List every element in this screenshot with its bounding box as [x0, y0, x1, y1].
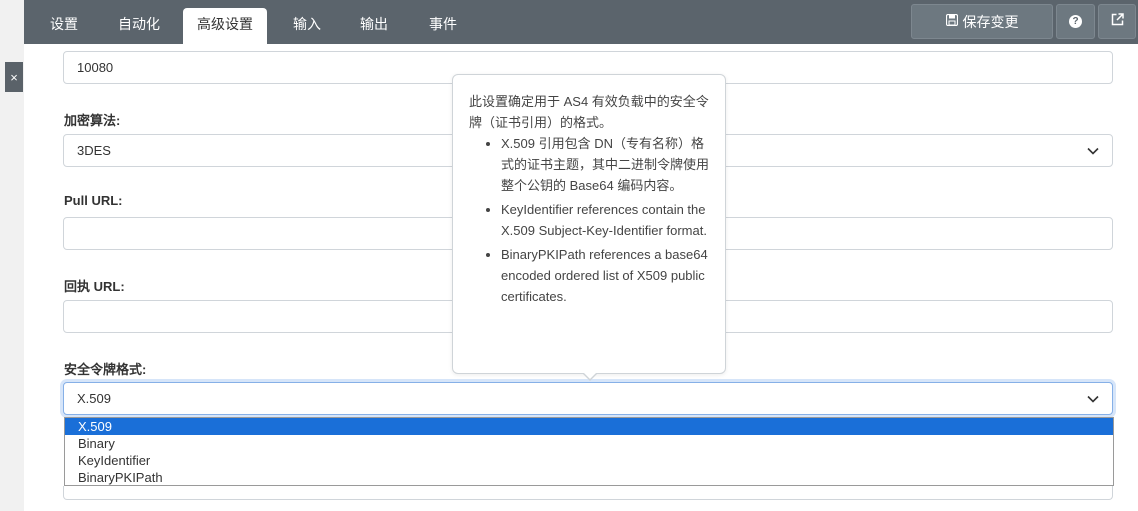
tab-label: 输入 [293, 16, 321, 32]
dropdown-option[interactable]: BinaryPKIPath [65, 469, 1113, 486]
tooltip-arrow-fill [583, 372, 597, 379]
help-button[interactable]: ? [1056, 4, 1095, 39]
receipt-url-label: 回执 URL: [64, 279, 125, 294]
external-link-icon [1111, 12, 1124, 31]
tab-advanced-settings[interactable]: 高级设置 [183, 8, 267, 44]
tab-input[interactable]: 输入 [279, 8, 335, 44]
tab-label: 事件 [429, 16, 457, 32]
tab-label: 自动化 [118, 16, 160, 32]
tab-settings[interactable]: 设置 [36, 8, 92, 44]
tooltip-item: X.509 引用包含 DN（专有名称）格式的证书主题，其中二进制令牌使用整个公钥… [501, 133, 711, 196]
chevron-down-icon [1087, 395, 1099, 403]
help-tooltip: 此设置确定用于 AS4 有效负载中的安全令牌（证书引用）的格式。 X.509 引… [452, 74, 726, 374]
tab-output[interactable]: 输出 [346, 8, 402, 44]
tab-events[interactable]: 事件 [415, 8, 471, 44]
next-field-edge [63, 486, 1113, 500]
encryption-value: 3DES [77, 143, 111, 158]
dropdown-option[interactable]: Binary [65, 435, 1113, 452]
dropdown-option[interactable]: X.509 [65, 418, 1113, 435]
dropdown-option[interactable]: KeyIdentifier [65, 452, 1113, 469]
tab-label: 高级设置 [197, 16, 253, 32]
tab-label: 输出 [360, 16, 388, 32]
token-format-label: 安全令牌格式: [64, 362, 147, 377]
token-format-select[interactable]: X.509 [63, 382, 1113, 415]
tooltip-item: KeyIdentifier references contain the X.5… [501, 199, 711, 241]
chevron-down-icon [1087, 147, 1099, 155]
pull-url-label: Pull URL: [64, 193, 123, 208]
top-number-value: 10080 [77, 60, 114, 75]
token-format-value: X.509 [77, 391, 111, 406]
tooltip-intro: 此设置确定用于 AS4 有效负载中的安全令牌（证书引用）的格式。 [469, 94, 709, 130]
encryption-label: 加密算法: [64, 113, 121, 128]
question-circle-icon: ? [1069, 15, 1082, 28]
token-format-dropdown-list[interactable]: X.509 Binary KeyIdentifier BinaryPKIPath [64, 417, 1114, 486]
tooltip-list: X.509 引用包含 DN（专有名称）格式的证书主题，其中二进制令牌使用整个公钥… [469, 133, 711, 307]
tab-label: 设置 [50, 16, 78, 32]
save-changes-label: 保存变更 [962, 13, 1019, 30]
close-panel-button[interactable]: × [5, 62, 23, 92]
floppy-disk-icon [945, 13, 958, 29]
tooltip-item: BinaryPKIPath references a base64 encode… [501, 244, 711, 307]
header-bar: 设置 自动化 高级设置 输入 输出 事件 保存变更 ? [24, 0, 1138, 44]
save-changes-button[interactable]: 保存变更 [911, 4, 1053, 39]
close-icon: × [10, 69, 18, 85]
tab-automation[interactable]: 自动化 [104, 8, 174, 44]
open-external-button[interactable] [1098, 4, 1136, 39]
